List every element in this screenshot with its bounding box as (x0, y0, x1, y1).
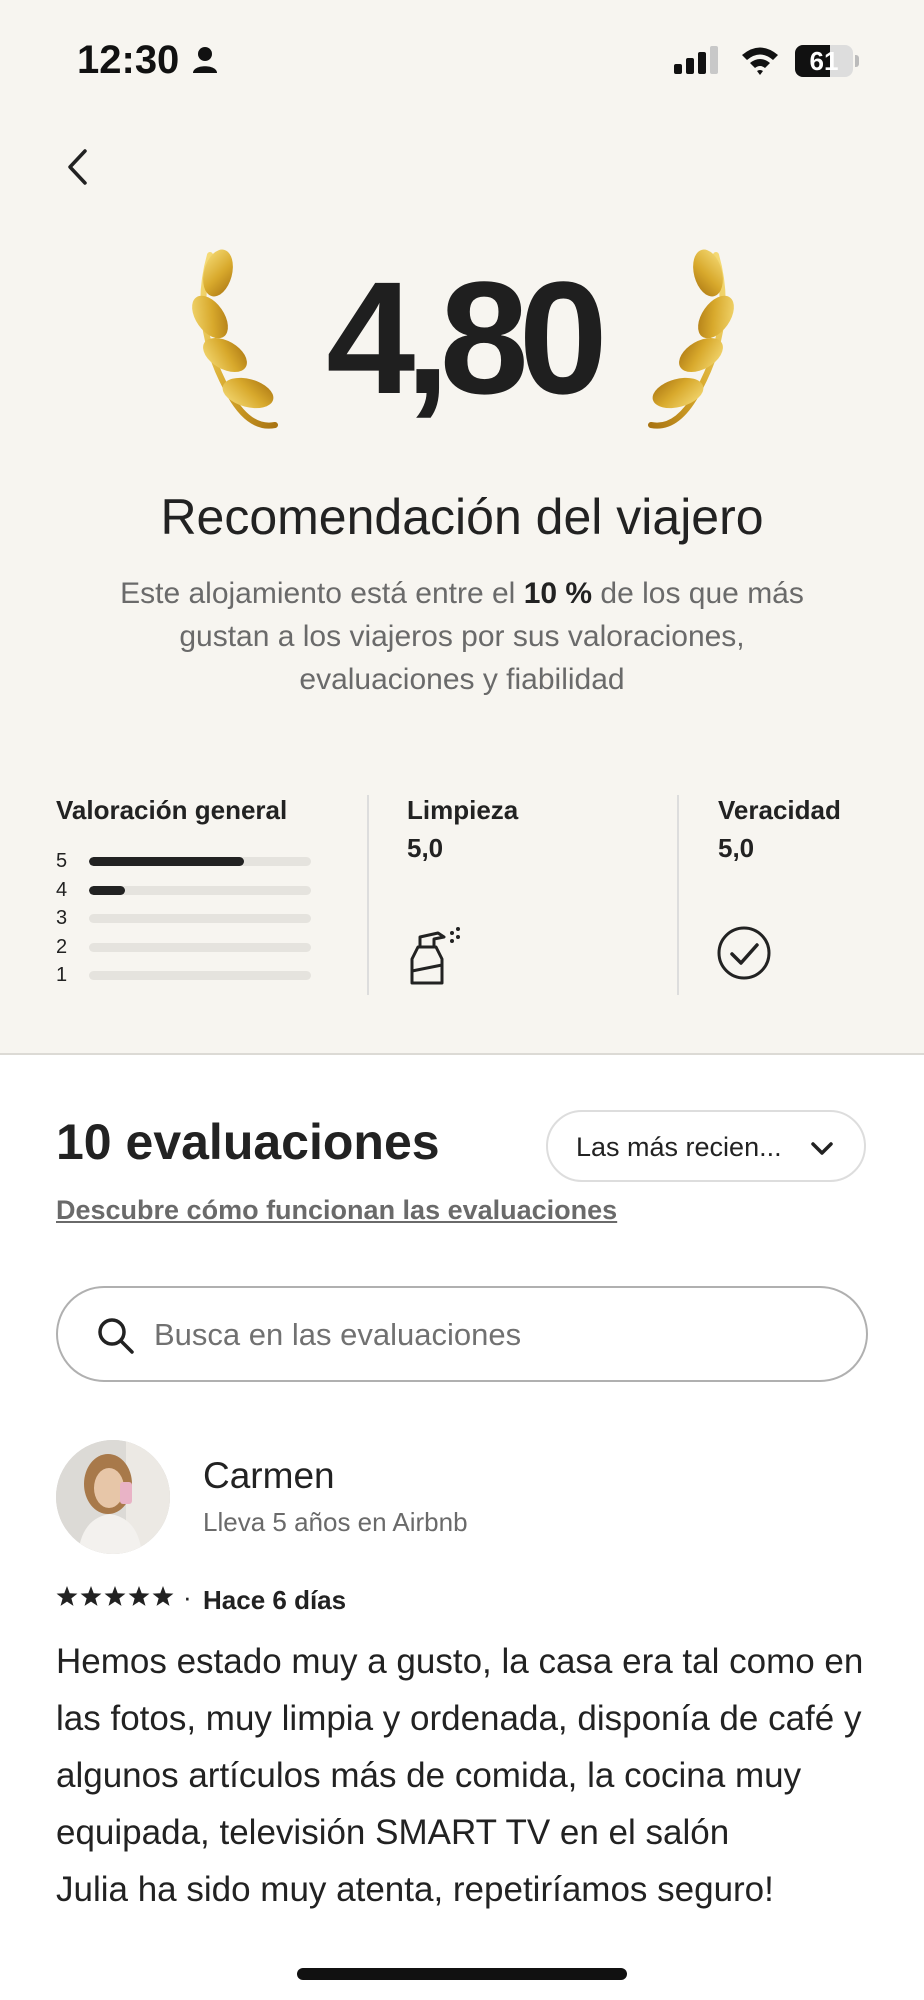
spray-bottle-icon (410, 927, 460, 985)
rating-bar-2: 2 (56, 935, 311, 959)
star-icon (128, 1586, 150, 1606)
rating-bar-1: 1 (56, 963, 311, 987)
highlight-header: 12:30 61 4,80 Recomendación del viajero … (0, 0, 924, 1055)
sort-label: Las más recien... (576, 1132, 782, 1162)
learn-reviews-link[interactable]: Descubre cómo funcionan las evaluaciones (56, 1195, 617, 1226)
rating-bar-5: 5 (56, 849, 311, 873)
rating-bar-track (89, 914, 311, 923)
star-icon (80, 1586, 102, 1606)
accuracy-label: Veracidad (718, 795, 841, 825)
star-rating (56, 1586, 174, 1606)
rating-bar-3: 3 (56, 906, 311, 930)
reviewer-tenure: Lleva 5 años en Airbnb (203, 1507, 468, 1537)
wifi-icon (742, 47, 778, 75)
search-placeholder: Busca en las evaluaciones (154, 1317, 522, 1352)
rating-breakdown: Valoración general 5 4 3 2 1 Limpieza 5,0 Ve… (0, 795, 924, 995)
search-icon (98, 1318, 134, 1354)
status-bar: 12:30 61 (0, 0, 924, 120)
person-icon (193, 47, 217, 73)
rating-bar-label: 5 (56, 850, 68, 872)
rating-bar-fill (89, 885, 125, 895)
cleanliness-value: 5,0 (407, 833, 444, 863)
badge-title: Recomendación del viajero (160, 489, 764, 545)
check-circle-icon (717, 926, 771, 980)
chevron-left-icon (68, 149, 87, 185)
rating-bar-track (89, 942, 311, 952)
separator-dot: · (183, 1582, 192, 1612)
clock: 12:30 (77, 38, 180, 82)
rating-bar-4: 4 (56, 878, 311, 902)
rating-bar-label: 4 (56, 878, 68, 901)
home-indicator[interactable] (297, 1968, 627, 1980)
reviewer-name: Carmen (203, 1455, 335, 1496)
reviewer-avatar[interactable] (56, 1440, 170, 1554)
overall-score: 4,80 (326, 248, 607, 427)
review-date: Hace 6 días (203, 1585, 347, 1615)
rating-bar-label: 1 (56, 964, 68, 986)
battery-indicator: 61 (795, 45, 859, 77)
avatar-photo (56, 1440, 170, 1554)
star-icon (152, 1586, 174, 1606)
laurel-right-icon (648, 249, 734, 429)
rating-bar-fill (89, 857, 245, 866)
rating-bar-label: 3 (56, 907, 68, 929)
accuracy-value: 5,0 (718, 833, 755, 863)
rating-bar-track (89, 857, 311, 866)
star-icon (56, 1586, 78, 1606)
chevron-down-icon (811, 1142, 833, 1155)
cleanliness-label: Limpieza (407, 795, 519, 825)
review-text: Hemos estado muy a gusto, la casa era ta… (56, 1642, 864, 1909)
rating-bar-label: 2 (56, 935, 68, 958)
cellular-signal-icon (674, 46, 718, 74)
reviews-count: 10 evaluaciones (56, 1114, 440, 1170)
rating-bar-track (89, 971, 311, 980)
search-reviews-input[interactable]: Busca en las evaluaciones (56, 1286, 868, 1382)
battery-level: 61 (809, 46, 839, 76)
rating-bar-track (89, 885, 311, 895)
badge-percentile: 10 % (523, 577, 593, 610)
star-icon (104, 1586, 126, 1606)
badge-description: Este alojamiento está entre el 10 % de l… (120, 577, 804, 696)
sort-dropdown[interactable]: Las más recien... (546, 1110, 866, 1182)
overall-rating-label: Valoración general (56, 795, 288, 825)
back-button[interactable] (52, 142, 102, 192)
